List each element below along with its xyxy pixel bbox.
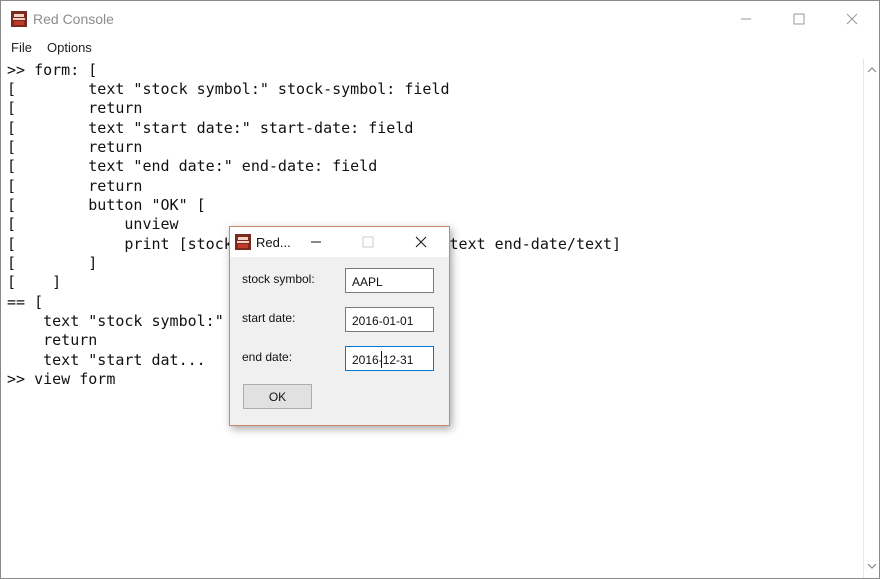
minimize-icon: [741, 18, 751, 20]
menu-options[interactable]: Options: [47, 40, 92, 55]
menu-file[interactable]: File: [11, 40, 32, 55]
close-icon: [415, 236, 427, 248]
red-logo-icon: [235, 234, 251, 250]
console-line: return: [7, 331, 98, 349]
end-date-field[interactable]: 2016-12-31: [345, 346, 434, 371]
minimize-button[interactable]: [723, 1, 769, 37]
minimize-icon: [311, 241, 321, 243]
title-bar[interactable]: Red Console: [1, 1, 879, 37]
start-date-field[interactable]: 2016-01-01: [345, 307, 434, 332]
console-line: [ return: [7, 138, 143, 156]
dialog-minimize-button[interactable]: [296, 227, 336, 257]
console-line: [ return: [7, 177, 143, 195]
close-icon: [846, 13, 858, 25]
scroll-up-icon[interactable]: [866, 63, 878, 75]
ok-button[interactable]: OK: [243, 384, 312, 409]
stock-symbol-field[interactable]: AAPL: [345, 268, 434, 293]
dialog-maximize-button: [348, 227, 388, 257]
dialog-title: Red...: [256, 235, 291, 250]
dialog-close-button[interactable]: [401, 227, 441, 257]
console-line: [ text "start date:" start-date: field: [7, 119, 414, 137]
vertical-scrollbar[interactable]: [863, 59, 879, 578]
scroll-down-icon[interactable]: [866, 559, 878, 571]
end-date-label: end date:: [242, 350, 293, 364]
console-line: [ button "OK" [: [7, 196, 206, 214]
console-line: >> form: [: [7, 61, 98, 79]
console-line: [ ]: [7, 273, 62, 291]
maximize-button[interactable]: [776, 1, 822, 37]
form-dialog: Red... stock symbol: AAPL start date: 20…: [229, 226, 450, 426]
console-line: >> view form: [7, 370, 116, 388]
stock-symbol-label: stock symbol:: [242, 272, 315, 286]
close-button[interactable]: [829, 1, 875, 37]
console-line: == [: [7, 293, 44, 311]
end-date-value: 2016-12-31: [352, 353, 414, 367]
dialog-title-bar[interactable]: Red...: [230, 227, 449, 257]
red-logo-icon: [11, 11, 27, 27]
console-line: [ text "stock symbol:" stock-symbol: fie…: [7, 80, 450, 98]
console-line: [ return: [7, 99, 143, 117]
maximize-icon: [362, 236, 374, 248]
console-line: [ unview: [7, 215, 179, 233]
window-title: Red Console: [33, 11, 114, 27]
maximize-icon: [793, 13, 805, 25]
text-caret: [381, 351, 382, 368]
start-date-label: start date:: [242, 311, 296, 325]
console-line: [ ]: [7, 254, 98, 272]
console-line: text "start dat...: [7, 351, 206, 369]
menu-bar: File Options: [1, 37, 879, 59]
console-line: [ text "end date:" end-date: field: [7, 157, 378, 175]
